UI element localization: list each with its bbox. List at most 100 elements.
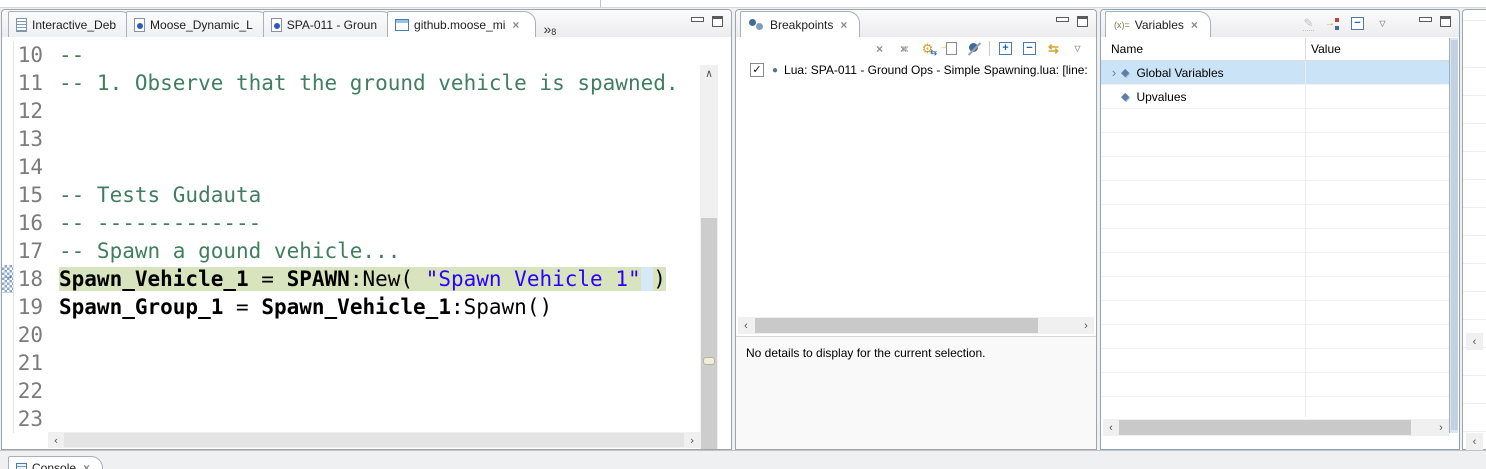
variables-horizontal-scrollbar[interactable]: ‹ › <box>1103 419 1449 436</box>
code-editor[interactable]: 10--11-- 1. Observe that the ground vehi… <box>2 37 731 449</box>
code-text <box>50 321 59 349</box>
maximize-button[interactable] <box>1440 16 1451 27</box>
scroll-right-icon[interactable]: › <box>1433 419 1449 436</box>
close-icon[interactable]: × <box>83 461 90 469</box>
marker-ruler <box>2 153 14 181</box>
close-icon[interactable]: × <box>1191 18 1198 32</box>
empty-row <box>1101 253 1450 277</box>
collapse-all-button[interactable]: − <box>1349 15 1366 32</box>
empty-row <box>1101 277 1450 301</box>
view-menu-button[interactable]: ▽ <box>1069 40 1086 57</box>
variables-vertical-scrollbar[interactable] <box>1449 38 1458 433</box>
breakpoints-horizontal-scrollbar[interactable]: ‹ › <box>738 317 1094 334</box>
scroll-left-icon[interactable]: ‹ <box>1466 333 1483 350</box>
lua-file-icon <box>134 18 145 32</box>
scrollbar-thumb[interactable] <box>1119 420 1411 435</box>
tree-expand-icon[interactable]: › <box>1107 65 1121 80</box>
tab-breakpoints[interactable]: Breakpoints × <box>740 11 860 37</box>
scrollbar-thumb[interactable] <box>701 218 717 449</box>
close-icon[interactable]: × <box>840 18 847 32</box>
marker-ruler <box>2 125 14 153</box>
instruction-pointer-icon: → <box>2 261 14 289</box>
empty-row <box>1101 229 1450 253</box>
remove-all-breakpoints-button[interactable]: ×× <box>895 40 912 57</box>
skip-all-breakpoints-button[interactable] <box>967 41 982 56</box>
plus-icon: + <box>999 42 1012 55</box>
toolbar-separator <box>989 41 990 56</box>
table-file-icon <box>395 19 409 31</box>
empty-row <box>1101 373 1450 397</box>
code-line: 14 <box>2 153 699 181</box>
code-text: Spawn_Vehicle_1 = SPAWN:New( "Spawn Vehi… <box>50 265 666 293</box>
refresh-arrow-icon: ⇆ <box>930 48 937 57</box>
tab-variables[interactable]: (x)= Variables × <box>1105 11 1211 37</box>
breakpoints-list: ✓●Lua: SPA-011 - Ground Ops - Simple Spa… <box>736 60 1096 317</box>
scroll-right-icon[interactable]: › <box>1078 317 1094 334</box>
maximize-button[interactable] <box>1077 16 1088 27</box>
empty-row <box>1101 157 1450 181</box>
editor-tab-Interactive_Deb[interactable]: Interactive_Deb <box>8 11 133 37</box>
editor-tab-github.moose_mi[interactable]: github.moose_mi× <box>387 11 536 37</box>
expand-all-button[interactable]: + <box>997 40 1014 57</box>
code-segment: Spawn_Vehicle_1 <box>261 295 451 319</box>
editor-vertical-scrollbar[interactable]: ∧ ∨ <box>700 65 718 449</box>
breakpoint-dot-icon: ● <box>772 65 778 76</box>
code-text <box>50 349 59 377</box>
scrollbar-thumb[interactable] <box>1451 40 1458 430</box>
arrow-right-icon: → <box>939 41 949 52</box>
line-number: 10 <box>14 41 50 69</box>
tab-label: Console <box>32 461 76 469</box>
variables-tree: ›◆Global Variables◆Upvalues <box>1101 61 1450 417</box>
code-text: -- 1. Observe that the ground vehicle is… <box>50 69 679 97</box>
code-line: 22 <box>2 377 699 405</box>
variables-tab-bar: (x)= Variables × ✎ → − ▽ <box>1101 10 1459 37</box>
minimize-button[interactable] <box>691 17 702 26</box>
editor-tab-bar: Interactive_DebMoose_Dynamic_LSPA-011 - … <box>2 10 731 37</box>
minimize-button[interactable] <box>1056 17 1067 26</box>
code-line: 15-- Tests Gudauta <box>2 181 699 209</box>
line-number: 20 <box>14 321 50 349</box>
overview-ruler-marker[interactable] <box>703 357 715 365</box>
editor-horizontal-scrollbar[interactable]: ‹ › <box>48 432 700 448</box>
scroll-up-icon[interactable]: ∧ <box>700 65 718 81</box>
scroll-left-icon[interactable]: ‹ <box>48 432 64 448</box>
go-to-file-for-breakpoint-button[interactable]: → <box>943 40 960 57</box>
scroll-left-icon[interactable]: ‹ <box>738 317 754 334</box>
code-line: 13 <box>2 125 699 153</box>
view-menu-button[interactable]: ▽ <box>1374 15 1391 32</box>
remove-breakpoint-button[interactable]: × <box>871 40 888 57</box>
column-header-value[interactable]: Value <box>1311 42 1341 56</box>
show-supported-breakpoints-button[interactable]: ⚙⇆ <box>919 40 936 57</box>
code-text: -- ------------- <box>50 209 261 237</box>
editor-tab-Moose_Dynamic_L[interactable]: Moose_Dynamic_L <box>126 11 270 37</box>
variable-row-upvalues[interactable]: ◆Upvalues <box>1101 85 1450 109</box>
close-icon[interactable]: × <box>512 18 519 32</box>
maximize-button[interactable] <box>712 16 723 27</box>
arrow-right-icon: → <box>1325 18 1335 29</box>
column-header-name[interactable]: Name <box>1111 42 1143 56</box>
line-number: 19 <box>14 293 50 321</box>
show-logical-structure-button[interactable]: → <box>1325 17 1341 31</box>
code-line: 11-- 1. Observe that the ground vehicle … <box>2 69 699 97</box>
scrollbar-thumb[interactable] <box>64 433 684 447</box>
column-divider[interactable] <box>1305 38 1306 61</box>
collapse-all-button[interactable]: − <box>1021 40 1038 57</box>
breakpoint-item[interactable]: ✓●Lua: SPA-011 - Ground Ops - Simple Spa… <box>736 60 1096 80</box>
empty-row <box>1101 109 1450 133</box>
empty-row <box>1101 301 1450 325</box>
editor-tab-SPA-011 - Groun[interactable]: SPA-011 - Groun <box>263 11 394 37</box>
scroll-left-icon[interactable]: ‹ <box>1103 419 1119 436</box>
tab-console[interactable]: Console × <box>8 456 103 469</box>
breakpoint-checkbox[interactable]: ✓ <box>750 63 764 77</box>
link-with-debug-view-button[interactable]: ⇆ <box>1045 40 1062 57</box>
tab-overflow-chevron[interactable]: »8 <box>543 17 556 37</box>
variable-row-global-variables[interactable]: ›◆Global Variables <box>1101 61 1450 85</box>
code-segment: :Spawn() <box>451 295 552 319</box>
marker-ruler <box>2 321 14 349</box>
scroll-right-icon[interactable]: › <box>684 432 700 448</box>
scroll-left-icon[interactable]: ‹ <box>1466 433 1483 450</box>
variables-panel: (x)= Variables × ✎ → − ▽ Name Value ›◆Gl… <box>1100 9 1460 450</box>
breakpoints-panel: Breakpoints × × ×× ⚙⇆ → + − ⇆ ▽ ✓●Lua: S… <box>735 9 1097 450</box>
scrollbar-thumb[interactable] <box>755 318 1038 333</box>
minimize-button[interactable] <box>1419 17 1430 26</box>
